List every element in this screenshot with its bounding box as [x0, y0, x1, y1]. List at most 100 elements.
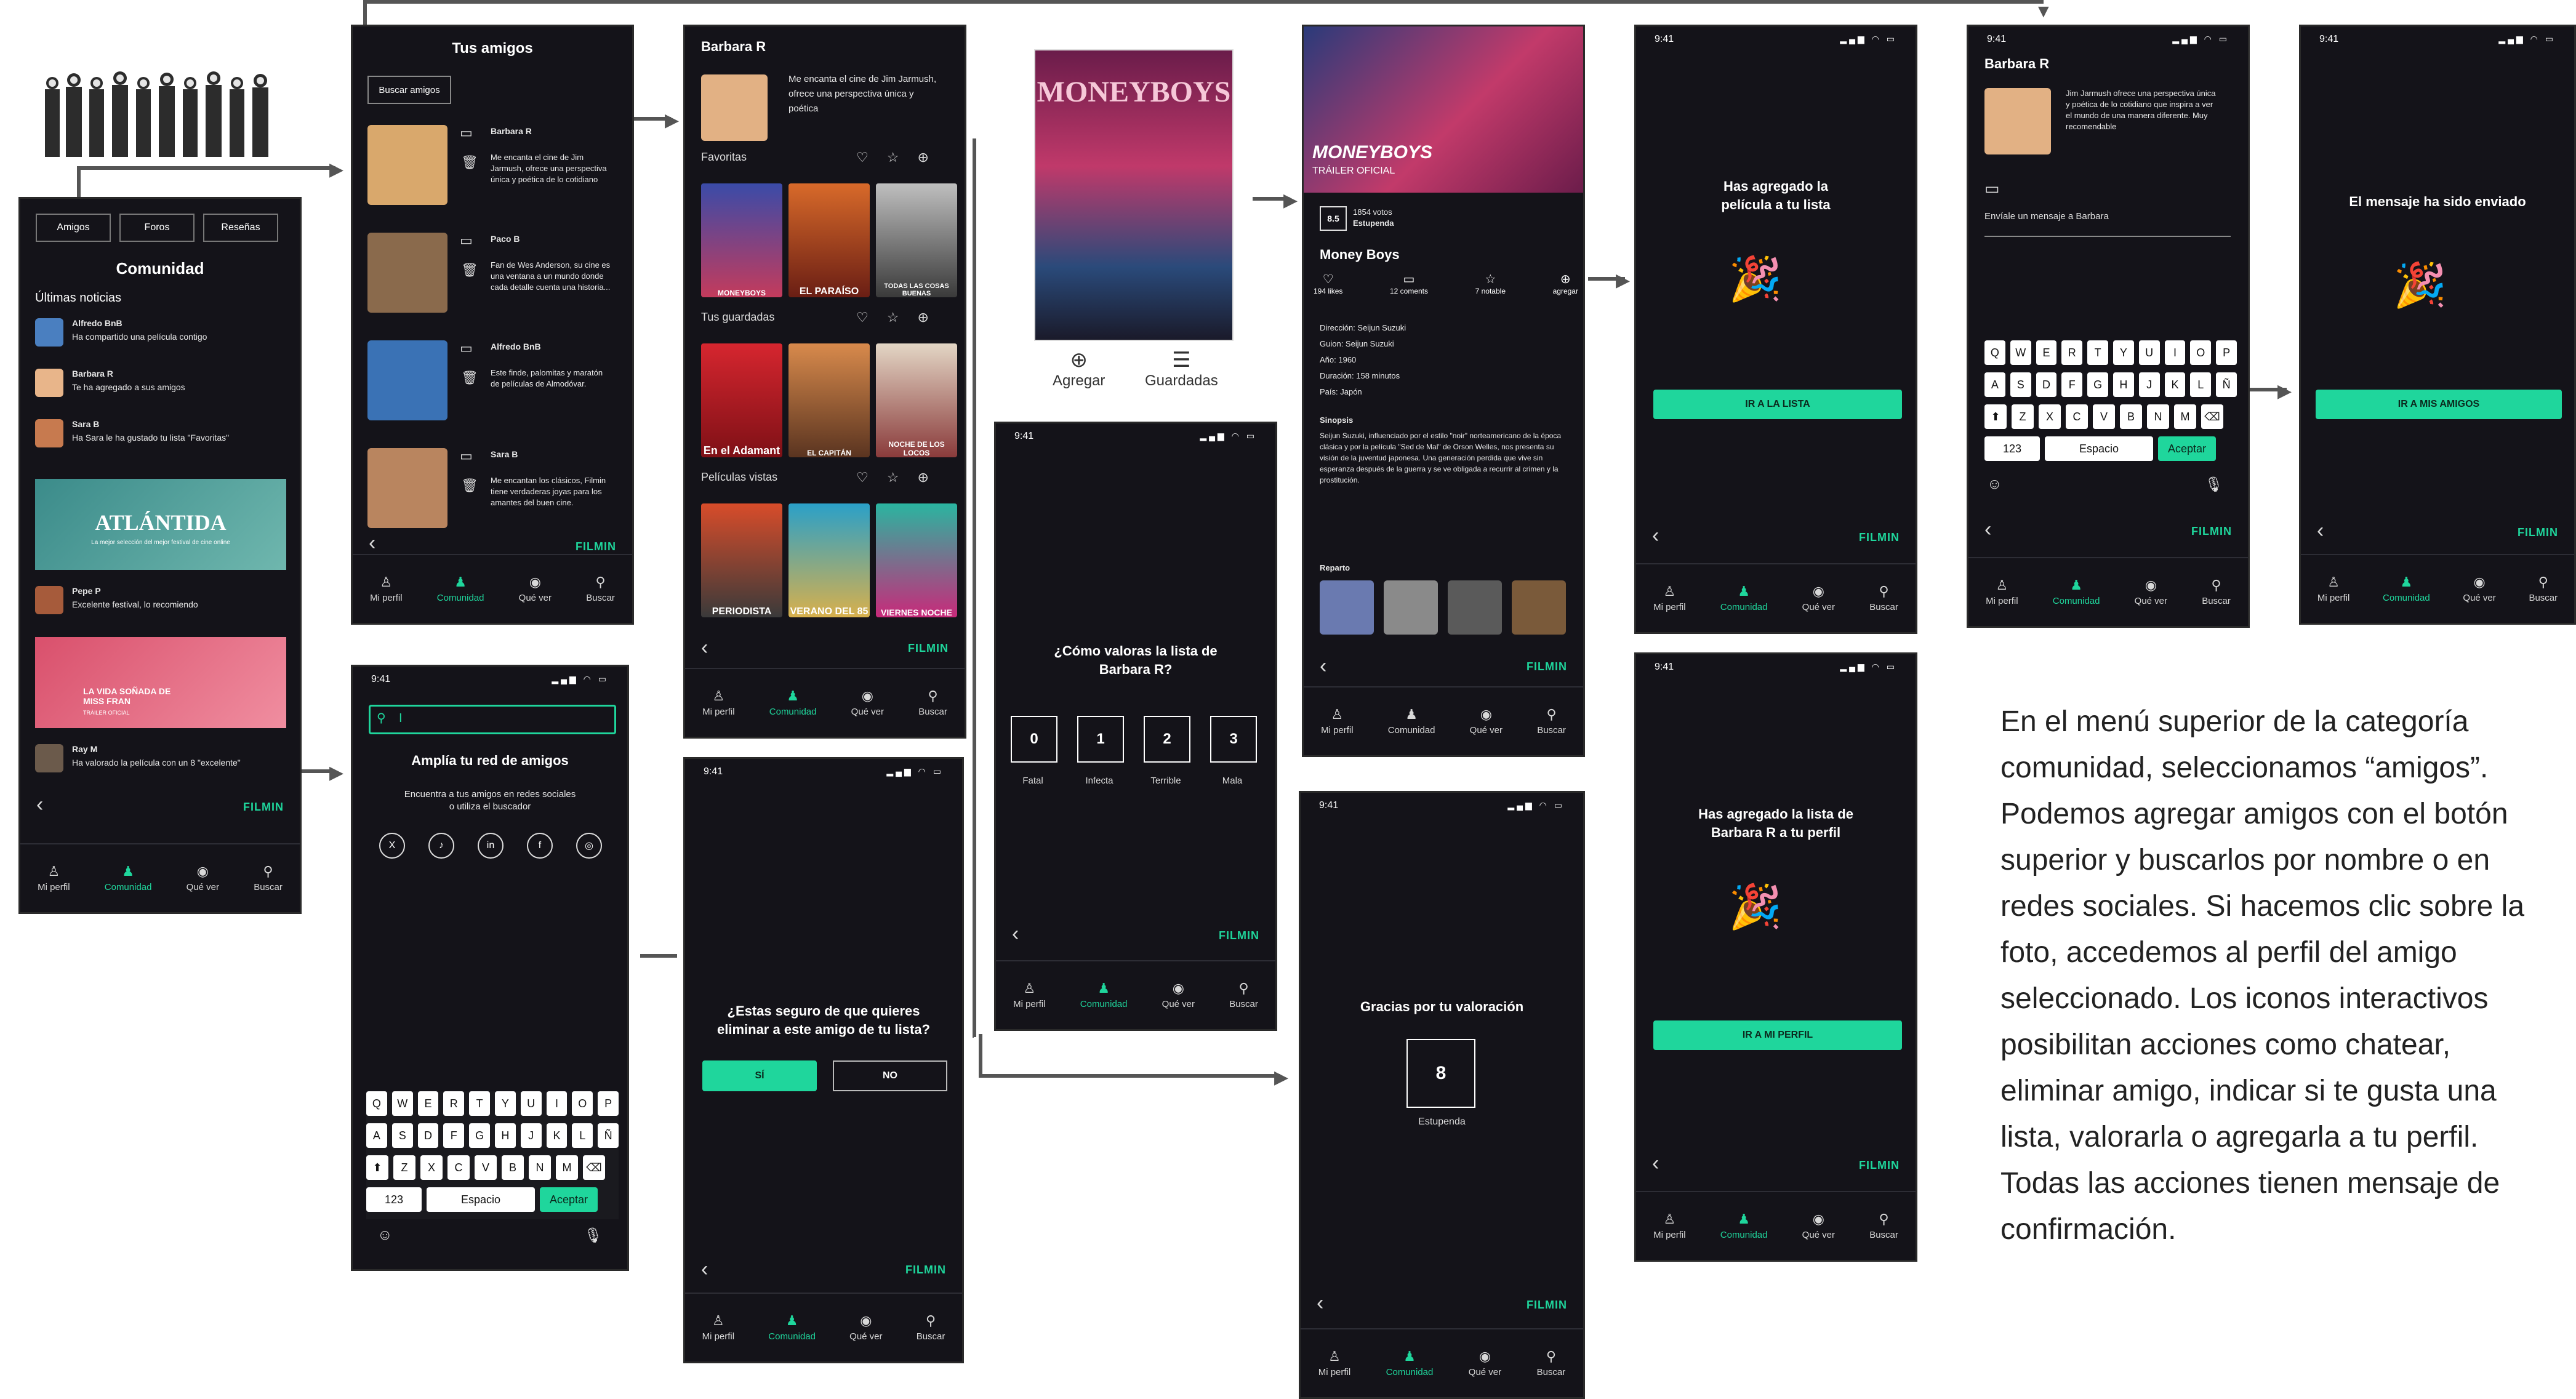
- key[interactable]: C: [447, 1155, 470, 1180]
- numbers-key[interactable]: 123: [1984, 436, 2040, 461]
- nav-comunidad[interactable]: ♟ Comunidad: [2053, 578, 2100, 606]
- key[interactable]: H: [494, 1123, 516, 1148]
- news-item[interactable]: Pepe P Excelente festival, lo recomiendo: [35, 583, 294, 620]
- key[interactable]: Y: [2113, 340, 2134, 365]
- key[interactable]: O: [2190, 340, 2212, 365]
- microphone-icon[interactable]: 🎙: [2205, 476, 2223, 494]
- friend-row[interactable]: ▭ 🗑 Barbara R Me encanta el cine de Jim …: [367, 125, 626, 217]
- nav-mi-perfil[interactable]: ♙ Mi perfil: [1013, 981, 1046, 1009]
- news-item[interactable]: Alfredo BnB Ha compartido una película c…: [35, 316, 294, 353]
- key[interactable]: N: [2147, 404, 2169, 429]
- nav-que-ver[interactable]: ◉ Qué ver: [2463, 575, 2495, 603]
- key[interactable]: R: [443, 1091, 465, 1116]
- nav-mi-perfil[interactable]: ♙ Mi perfil: [38, 864, 70, 892]
- avatar[interactable]: [367, 125, 447, 205]
- back-icon[interactable]: ‹: [701, 636, 708, 660]
- key[interactable]: B: [2120, 404, 2142, 429]
- nav-buscar[interactable]: ⚲ Buscar: [254, 864, 283, 892]
- nav-mi-perfil[interactable]: ♙ Mi perfil: [1321, 707, 1354, 736]
- back-icon[interactable]: ‹: [701, 1257, 708, 1281]
- key[interactable]: G: [469, 1123, 490, 1148]
- poster[interactable]: NOCHE DE LOS LOCOS: [876, 343, 957, 457]
- nav-que-ver[interactable]: ◉ Qué ver: [849, 1313, 882, 1342]
- key[interactable]: W: [391, 1091, 413, 1116]
- key[interactable]: D: [2036, 372, 2057, 397]
- space-key[interactable]: Espacio: [427, 1187, 535, 1212]
- key[interactable]: I: [2164, 340, 2186, 365]
- nav-buscar[interactable]: ⚲ Buscar: [2529, 575, 2558, 603]
- key[interactable]: L: [2190, 372, 2212, 397]
- key[interactable]: C: [2066, 404, 2088, 429]
- key[interactable]: N: [529, 1155, 551, 1180]
- nav-mi-perfil[interactable]: ♙ Mi perfil: [702, 689, 735, 717]
- message-input[interactable]: Envíale un mensaje a Barbara: [1984, 211, 2231, 237]
- trash-icon[interactable]: 🗑: [461, 370, 478, 386]
- add-action[interactable]: ⊕ Agregar: [1053, 348, 1105, 390]
- nav-buscar[interactable]: ⚲ Buscar: [918, 689, 947, 717]
- microphone-icon[interactable]: 🎙: [584, 1227, 603, 1245]
- key[interactable]: H: [2113, 372, 2134, 397]
- add-circle-icon[interactable]: ⊕: [917, 470, 928, 486]
- key[interactable]: B: [502, 1155, 524, 1180]
- key[interactable]: V: [2093, 404, 2115, 429]
- avatar[interactable]: [367, 233, 447, 313]
- news-item[interactable]: Sara B Ha Sara le ha gustado tu lista "F…: [35, 417, 294, 454]
- nav-comunidad[interactable]: ♟ Comunidad: [1720, 584, 1768, 612]
- trash-icon[interactable]: 🗑: [461, 478, 478, 494]
- chat-icon[interactable]: ▭: [460, 233, 473, 249]
- nav-comunidad[interactable]: ♟ Comunidad: [437, 575, 484, 603]
- rate-option-2[interactable]: 2: [1144, 716, 1190, 763]
- poster[interactable]: EL CAPITÁN: [788, 343, 870, 457]
- rate-option-0[interactable]: 0: [1011, 716, 1057, 763]
- heart-icon[interactable]: ♡: [856, 150, 869, 166]
- nav-comunidad[interactable]: ♟ Comunidad: [1388, 707, 1435, 736]
- backspace-key[interactable]: ⌫: [2201, 404, 2223, 429]
- nav-mi-perfil[interactable]: ♙ Mi perfil: [1653, 584, 1686, 612]
- tab-foros[interactable]: Foros: [119, 214, 195, 242]
- tab-resenas[interactable]: Reseñas: [203, 214, 278, 242]
- back-icon[interactable]: ‹: [1652, 524, 1659, 548]
- nav-comunidad[interactable]: ♟ Comunidad: [2383, 575, 2430, 603]
- news-item[interactable]: Ray M Ha valorado la película con un 8 "…: [35, 742, 294, 779]
- emoji-icon[interactable]: ☺: [1987, 476, 2002, 493]
- nav-buscar[interactable]: ⚲ Buscar: [586, 575, 615, 603]
- key[interactable]: E: [2036, 340, 2057, 365]
- friend-row[interactable]: ▭ 🗑 Paco B Fan de Wes Anderson, su cine …: [367, 233, 626, 325]
- go-to-list-button[interactable]: IR A LA LISTA: [1653, 390, 1902, 419]
- key[interactable]: S: [391, 1123, 413, 1148]
- poster[interactable]: MONEYBOYS: [701, 183, 782, 297]
- star-icon[interactable]: ☆: [887, 310, 899, 326]
- nav-buscar[interactable]: ⚲ Buscar: [1537, 707, 1566, 736]
- nav-buscar[interactable]: ⚲ Buscar: [917, 1313, 945, 1342]
- key[interactable]: G: [2087, 372, 2108, 397]
- accept-key[interactable]: Aceptar: [540, 1187, 598, 1212]
- star-icon[interactable]: ☆: [887, 150, 899, 166]
- numbers-key[interactable]: 123: [366, 1187, 422, 1212]
- accept-key[interactable]: Aceptar: [2158, 436, 2216, 461]
- key[interactable]: U: [2138, 340, 2160, 365]
- key[interactable]: M: [2174, 404, 2196, 429]
- poster-moneyboys-large[interactable]: MONEYBOYS: [1034, 49, 1234, 341]
- linkedin-icon[interactable]: in: [478, 833, 504, 859]
- nav-que-ver[interactable]: ◉ Qué ver: [1470, 707, 1503, 736]
- heart-icon[interactable]: ♡: [856, 470, 869, 486]
- shift-key[interactable]: ⬆: [1984, 404, 2007, 429]
- nav-mi-perfil[interactable]: ♙ Mi perfil: [370, 575, 403, 603]
- key[interactable]: T: [469, 1091, 490, 1116]
- nav-que-ver[interactable]: ◉ Qué ver: [187, 864, 219, 892]
- key[interactable]: I: [546, 1091, 568, 1116]
- key[interactable]: M: [556, 1155, 578, 1180]
- avatar[interactable]: [367, 340, 447, 420]
- back-icon[interactable]: ‹: [369, 531, 375, 555]
- key[interactable]: K: [546, 1123, 568, 1148]
- star-icon[interactable]: ☆: [887, 470, 899, 486]
- nav-comunidad[interactable]: ♟ Comunidad: [1386, 1349, 1434, 1377]
- nav-buscar[interactable]: ⚲ Buscar: [1869, 1212, 1898, 1240]
- nav-comunidad[interactable]: ♟ Comunidad: [1720, 1212, 1768, 1240]
- back-icon[interactable]: ‹: [1317, 1291, 1323, 1315]
- key[interactable]: S: [2010, 372, 2031, 397]
- nav-mi-perfil[interactable]: ♙ Mi perfil: [1318, 1349, 1351, 1377]
- key[interactable]: J: [520, 1123, 542, 1148]
- add-circle-icon[interactable]: ⊕: [917, 150, 928, 166]
- back-icon[interactable]: ‹: [1984, 518, 1991, 542]
